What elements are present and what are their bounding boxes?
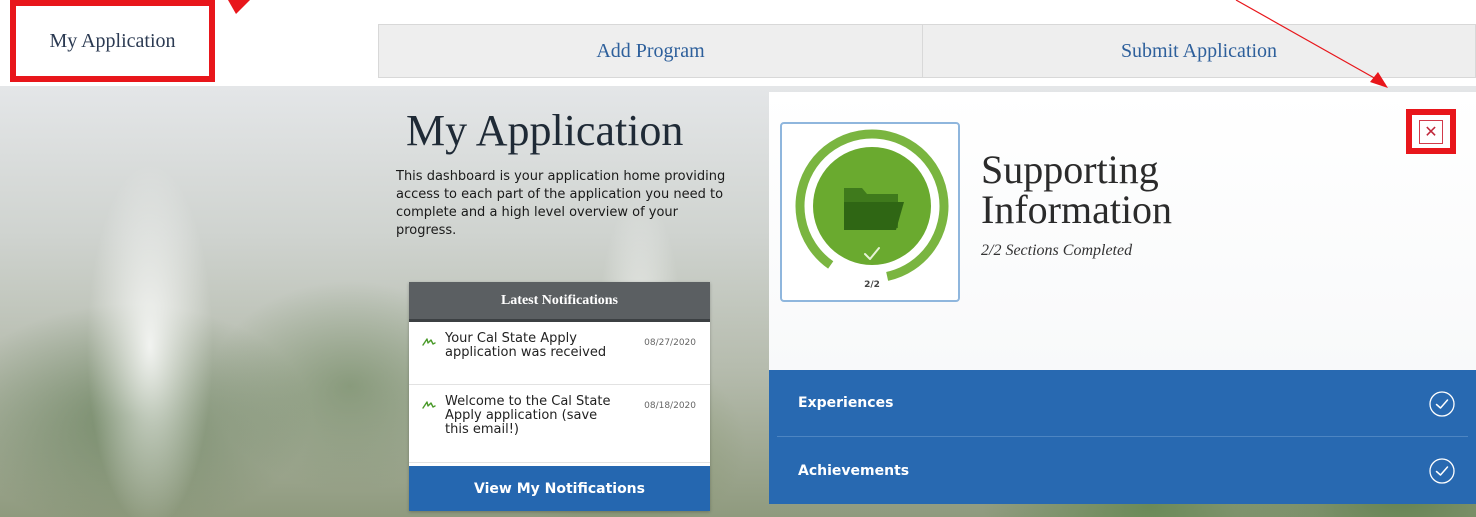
progress-count: 2/2: [864, 280, 880, 290]
nav-my-application-label: My Application: [49, 29, 176, 52]
nav-my-application[interactable]: My Application: [10, 0, 215, 82]
notification-text: Welcome to the Cal State Apply applicati…: [445, 394, 611, 437]
section-progress-text: 2/2 Sections Completed: [981, 242, 1133, 259]
section-item-experiences[interactable]: Experiences: [777, 370, 1468, 437]
section-item-label: Experiences: [798, 395, 894, 411]
notification-item[interactable]: Your Cal State Apply application was rec…: [409, 322, 710, 385]
supporting-information-panel: 2/2 Supporting Information 2/2 Sections …: [769, 92, 1476, 504]
tab-submit-application[interactable]: Submit Application: [922, 24, 1476, 78]
tab-add-program-label: Add Program: [596, 39, 705, 62]
notification-date: 08/18/2020: [644, 401, 696, 411]
tab-add-program[interactable]: Add Program: [378, 24, 923, 78]
section-list: Experiences Achievements: [769, 370, 1476, 504]
progress-badge: 2/2: [780, 122, 960, 302]
hand-icon: [422, 401, 436, 409]
notification-item[interactable]: Welcome to the Cal State Apply applicati…: [409, 385, 710, 463]
section-item-achievements[interactable]: Achievements: [777, 437, 1468, 504]
page: My Application Add Program Submit Applic…: [0, 0, 1476, 517]
notifications-header: Latest Notifications: [409, 282, 710, 322]
check-circle-icon: [1429, 458, 1455, 484]
section-title: Supporting Information: [981, 150, 1172, 230]
folder-icon: [844, 188, 904, 230]
section-title-line2: Information: [981, 187, 1173, 232]
page-description: This dashboard is your application home …: [396, 169, 726, 238]
notifications-panel: Latest Notifications Your Cal State Appl…: [409, 282, 710, 511]
section-title-line1: Supporting: [981, 147, 1159, 192]
close-button[interactable]: ✕: [1406, 109, 1456, 154]
section-header: 2/2 Supporting Information 2/2 Sections …: [769, 92, 1476, 370]
section-item-label: Achievements: [798, 462, 910, 479]
notification-date: 08/27/2020: [644, 338, 696, 348]
check-circle-icon: [1429, 391, 1455, 417]
view-notifications-button[interactable]: View My Notifications: [409, 466, 710, 511]
page-title: My Application: [406, 106, 684, 155]
notification-text: Your Cal State Apply application was rec…: [445, 331, 607, 360]
top-navigation: My Application Add Program Submit Applic…: [0, 0, 1476, 86]
progress-ring: [795, 129, 949, 283]
tab-submit-application-label: Submit Application: [1120, 39, 1278, 62]
hand-icon: [422, 338, 436, 346]
close-icon: ✕: [1419, 119, 1443, 144]
